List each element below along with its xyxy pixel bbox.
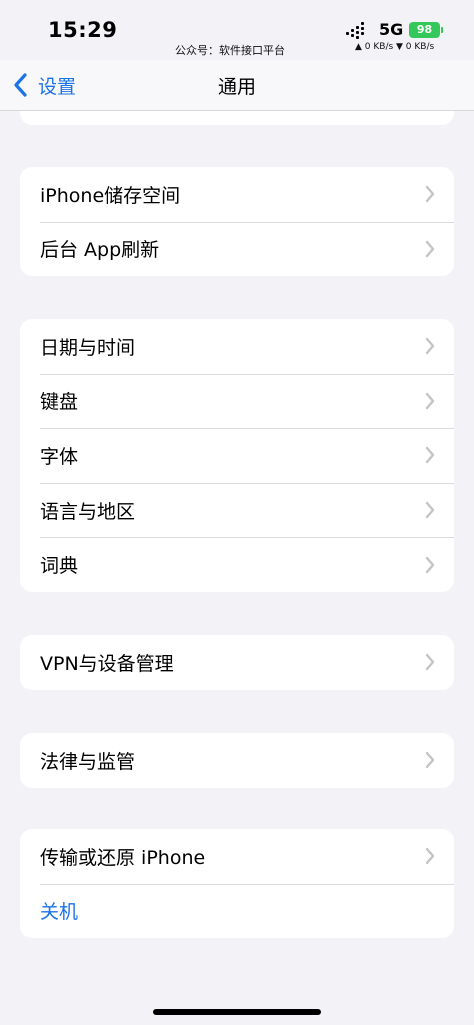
signal-icon — [346, 22, 370, 39]
row-label: 后台 App刷新 — [40, 239, 160, 262]
row-label: VPN与设备管理 — [40, 652, 174, 675]
row-label: 键盘 — [40, 391, 79, 414]
chevron-right-icon — [425, 186, 435, 203]
chevron-right-icon — [425, 501, 435, 519]
row-label: 词典 — [40, 555, 79, 578]
chevron-right-icon — [425, 392, 435, 410]
row-dictionary[interactable]: 词典 — [20, 537, 454, 592]
row-vpn-device-management[interactable]: VPN与设备管理 — [20, 635, 454, 690]
settings-group-locale: 日期与时间 键盘 字体 语言与地区 词典 — [20, 319, 454, 592]
home-indicator[interactable] — [153, 1009, 321, 1015]
chevron-right-icon — [425, 848, 435, 865]
status-bar: 15:29 公众号：软件接口平台 5G 98 ▲ 0 KB/s ▼ 0 KB/s — [0, 0, 474, 60]
row-label: 传输或还原 iPhone — [40, 846, 206, 869]
settings-group-storage: iPhone储存空间 后台 App刷新 — [20, 167, 454, 277]
chevron-right-icon — [425, 556, 435, 573]
row-fonts[interactable]: 字体 — [20, 428, 454, 483]
row-label: 法律与监管 — [40, 750, 136, 773]
row-background-app-refresh[interactable]: 后台 App刷新 — [20, 221, 454, 277]
network-type: 5G — [379, 20, 404, 39]
row-label: 关机 — [40, 901, 79, 924]
row-legal-regulatory[interactable]: 法律与监管 — [20, 733, 454, 788]
row-label: 字体 — [40, 445, 79, 468]
network-speed: ▲ 0 KB/s ▼ 0 KB/s — [355, 42, 435, 52]
status-time: 15:29 — [48, 18, 118, 42]
row-keyboard[interactable]: 键盘 — [20, 373, 454, 429]
row-label: 语言与地区 — [40, 500, 136, 523]
row-iphone-storage[interactable]: iPhone储存空间 — [20, 167, 454, 222]
shut-down-button[interactable]: 关机 — [20, 883, 454, 939]
battery-icon: 98 — [409, 22, 443, 38]
chevron-right-icon — [425, 240, 435, 258]
row-transfer-reset-iphone[interactable]: 传输或还原 iPhone — [20, 829, 454, 884]
row-date-time[interactable]: 日期与时间 — [20, 319, 454, 374]
chevron-right-icon — [425, 654, 435, 671]
page-title: 通用 — [217, 76, 256, 98]
settings-group-reset: 传输或还原 iPhone 关机 — [20, 829, 454, 939]
chevron-right-icon — [425, 752, 435, 769]
navigation-bar: 设置 通用 — [0, 60, 474, 111]
partial-group-card — [20, 111, 454, 125]
row-language-region[interactable]: 语言与地区 — [20, 482, 454, 538]
row-label: 日期与时间 — [40, 336, 136, 359]
row-label: iPhone储存空间 — [40, 184, 181, 207]
chevron-right-icon — [425, 338, 435, 355]
watermark-text: 公众号：软件接口平台 — [175, 44, 285, 57]
settings-group-vpn: VPN与设备管理 — [20, 635, 454, 690]
chevron-right-icon — [425, 447, 435, 464]
settings-group-legal: 法律与监管 — [20, 733, 454, 788]
